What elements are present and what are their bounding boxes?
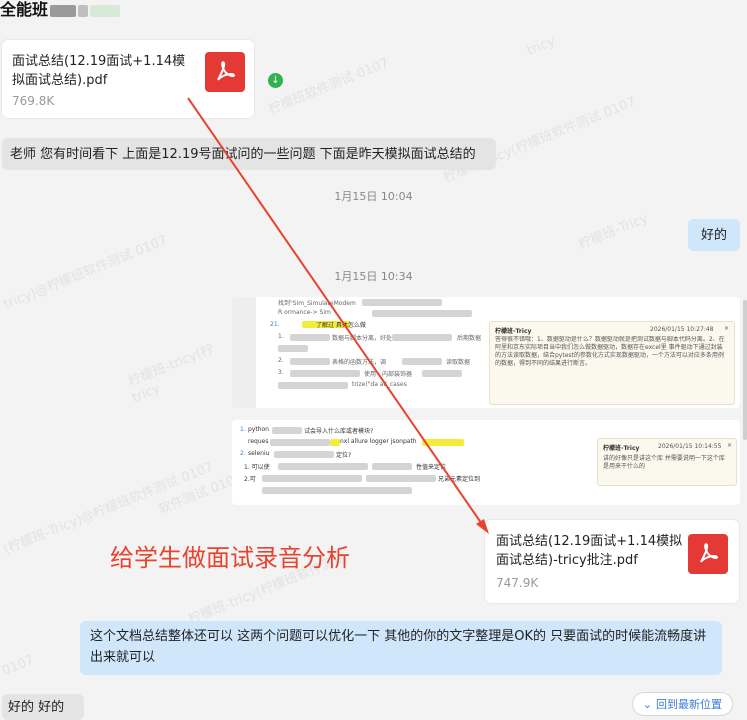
annotation-arrow [187, 97, 489, 534]
scrollbar[interactable] [743, 300, 747, 440]
message-bubble-outgoing: 这个文档总结整体还可以 这两个问题可以优化一下 其他的你的文字整理是OK的 只要… [80, 621, 722, 675]
chevron-down-icon: ⌄ [642, 697, 652, 711]
message-bubble-incoming: 好的 好的 [2, 694, 84, 720]
back-to-latest-button[interactable]: ⌄ 回到最新位置 [631, 692, 733, 716]
